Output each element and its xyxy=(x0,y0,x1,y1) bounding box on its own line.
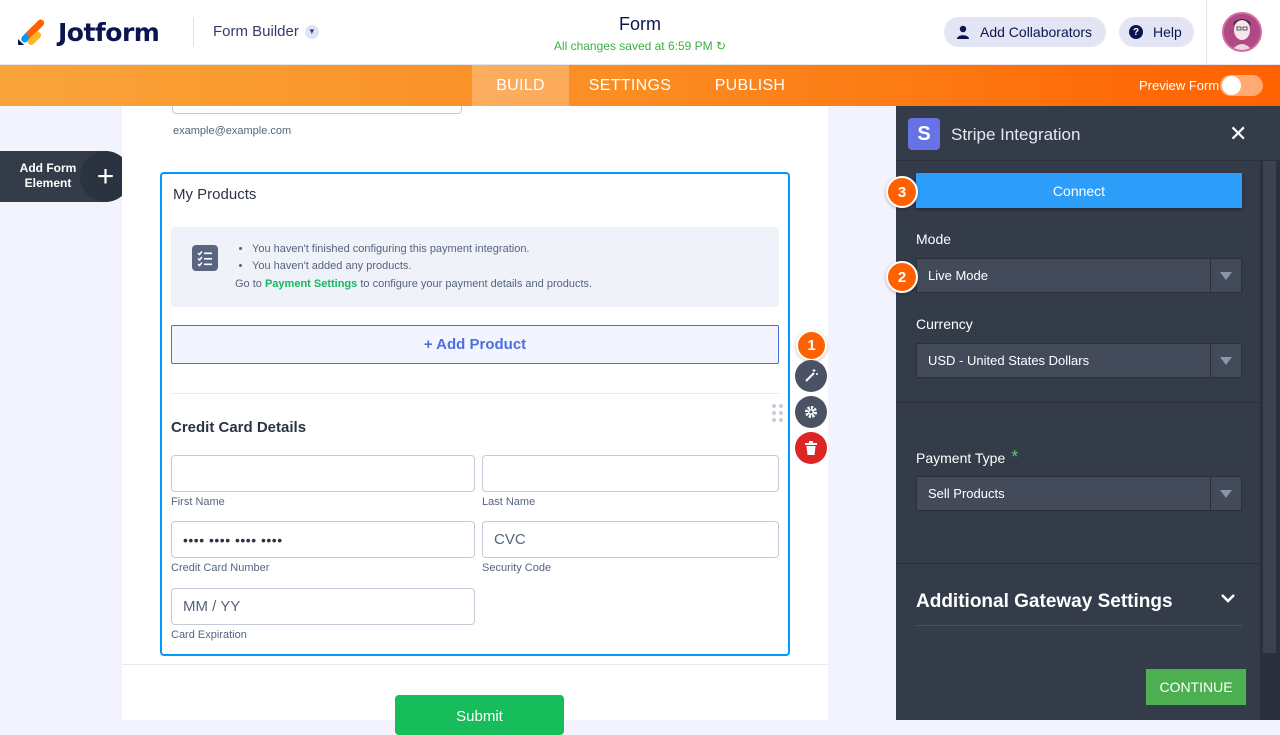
toggle-knob xyxy=(1222,76,1241,95)
header-divider-right xyxy=(1206,0,1207,65)
mode-value: Live Mode xyxy=(928,268,988,283)
first-name-label: First Name xyxy=(171,496,225,508)
drag-handle-icon[interactable] xyxy=(772,404,784,424)
notice-item: You haven't finished configuring this pa… xyxy=(235,241,592,258)
credit-card-title: Credit Card Details xyxy=(171,419,307,436)
wand-icon[interactable] xyxy=(795,360,827,392)
email-field[interactable] xyxy=(172,106,462,114)
notice-instruction: Go to Payment Settings to configure your… xyxy=(235,278,593,290)
add-form-element-label: Add Form Element xyxy=(19,161,77,190)
chevron-down-icon xyxy=(1210,344,1241,377)
currency-value: USD - United States Dollars xyxy=(928,353,1090,368)
email-hint: example@example.com xyxy=(173,125,292,137)
stripe-logo-icon: S xyxy=(908,118,940,150)
payment-type-label: Payment Type * xyxy=(916,447,1019,467)
builder-nav-bar: BUILD SETTINGS PUBLISH Preview Form xyxy=(0,65,1280,106)
chevron-down-icon[interactable] xyxy=(1220,590,1236,606)
required-asterisk: * xyxy=(1011,447,1019,467)
last-name-input[interactable] xyxy=(482,455,779,492)
stripe-integration-panel: S Stripe Integration ✕ Connect Mode Live… xyxy=(896,106,1280,720)
close-icon[interactable]: ✕ xyxy=(1229,121,1247,147)
notice-text: You haven't finished configuring this pa… xyxy=(235,241,592,293)
connect-button[interactable]: Connect xyxy=(916,173,1242,208)
question-icon: ? xyxy=(1129,25,1143,39)
credit-card-number-label: Credit Card Number xyxy=(171,562,270,574)
payment-type-value: Sell Products xyxy=(928,486,1005,501)
panel-header: S Stripe Integration ✕ xyxy=(896,106,1280,161)
payment-settings-link[interactable]: Payment Settings xyxy=(265,278,357,290)
tab-build[interactable]: BUILD xyxy=(472,65,569,106)
first-name-input[interactable] xyxy=(171,455,475,492)
tab-publish[interactable]: PUBLISH xyxy=(705,65,795,106)
help-label: Help xyxy=(1153,24,1182,40)
panel-divider xyxy=(896,402,1260,403)
products-title: My Products xyxy=(173,186,257,203)
payment-type-select[interactable]: Sell Products xyxy=(916,476,1242,511)
currency-select[interactable]: USD - United States Dollars xyxy=(916,343,1242,378)
security-code-label: Security Code xyxy=(482,562,552,574)
step-badge-3: 3 xyxy=(886,176,918,208)
avatar[interactable] xyxy=(1222,12,1262,52)
add-collaborators-label: Add Collaborators xyxy=(980,24,1093,40)
chevron-down-icon xyxy=(1210,477,1241,510)
expiration-placeholder: MM / YY xyxy=(183,598,241,615)
top-header: Jotform Form Builder ▾ Form All changes … xyxy=(0,0,1280,65)
mode-select[interactable]: Live Mode xyxy=(916,258,1242,293)
currency-label: Currency xyxy=(916,316,973,332)
submit-button[interactable]: Submit xyxy=(395,695,564,735)
payment-notice: You haven't finished configuring this pa… xyxy=(171,227,779,307)
scrollbar-thumb[interactable] xyxy=(1263,161,1276,653)
user-icon xyxy=(957,25,969,39)
trash-icon[interactable] xyxy=(795,432,827,464)
tab-settings[interactable]: SETTINGS xyxy=(578,65,682,106)
checklist-icon xyxy=(192,245,218,271)
continue-button[interactable]: CONTINUE xyxy=(1146,669,1246,705)
preview-form-toggle[interactable] xyxy=(1220,75,1263,96)
preview-form-label: Preview Form xyxy=(1139,78,1220,93)
step-badge-1: 1 xyxy=(796,330,827,361)
cvc-input[interactable]: CVC xyxy=(482,521,779,558)
help-button[interactable]: ? Help xyxy=(1119,17,1194,47)
payment-products-block[interactable]: My Products You haven't finished configu… xyxy=(160,172,790,656)
add-form-element-button[interactable]: Add Form Element + xyxy=(0,151,131,202)
card-expiration-input[interactable]: MM / YY xyxy=(171,588,475,625)
panel-title: Stripe Integration xyxy=(951,125,1081,144)
save-status-text: All changes saved at 6:59 PM xyxy=(553,39,713,53)
avatar-image xyxy=(1224,14,1260,50)
panel-divider xyxy=(896,563,1260,564)
mode-label: Mode xyxy=(916,231,952,247)
divider xyxy=(171,393,779,394)
step-badge-2: 2 xyxy=(886,261,918,293)
notice-item: You haven't added any products. xyxy=(235,258,592,275)
form-canvas: example@example.com My Products You have… xyxy=(122,106,828,720)
chevron-down-icon xyxy=(1210,259,1241,292)
credit-card-number-input[interactable]: •••• •••• •••• •••• xyxy=(171,521,475,558)
add-product-button[interactable]: + Add Product xyxy=(171,325,779,364)
divider xyxy=(916,625,1242,626)
refresh-icon: ↻ xyxy=(716,39,727,53)
credit-card-number-value: •••• •••• •••• •••• xyxy=(183,531,283,548)
card-expiration-label: Card Expiration xyxy=(171,629,247,641)
gear-icon[interactable] xyxy=(795,396,827,428)
additional-gateway-settings-toggle[interactable]: Additional Gateway Settings xyxy=(916,591,1173,613)
add-collaborators-button[interactable]: Add Collaborators xyxy=(944,17,1107,47)
canvas-divider xyxy=(122,664,828,665)
panel-scrollbar[interactable] xyxy=(1260,161,1280,720)
last-name-label: Last Name xyxy=(482,496,536,508)
cvc-placeholder: CVC xyxy=(494,531,526,548)
